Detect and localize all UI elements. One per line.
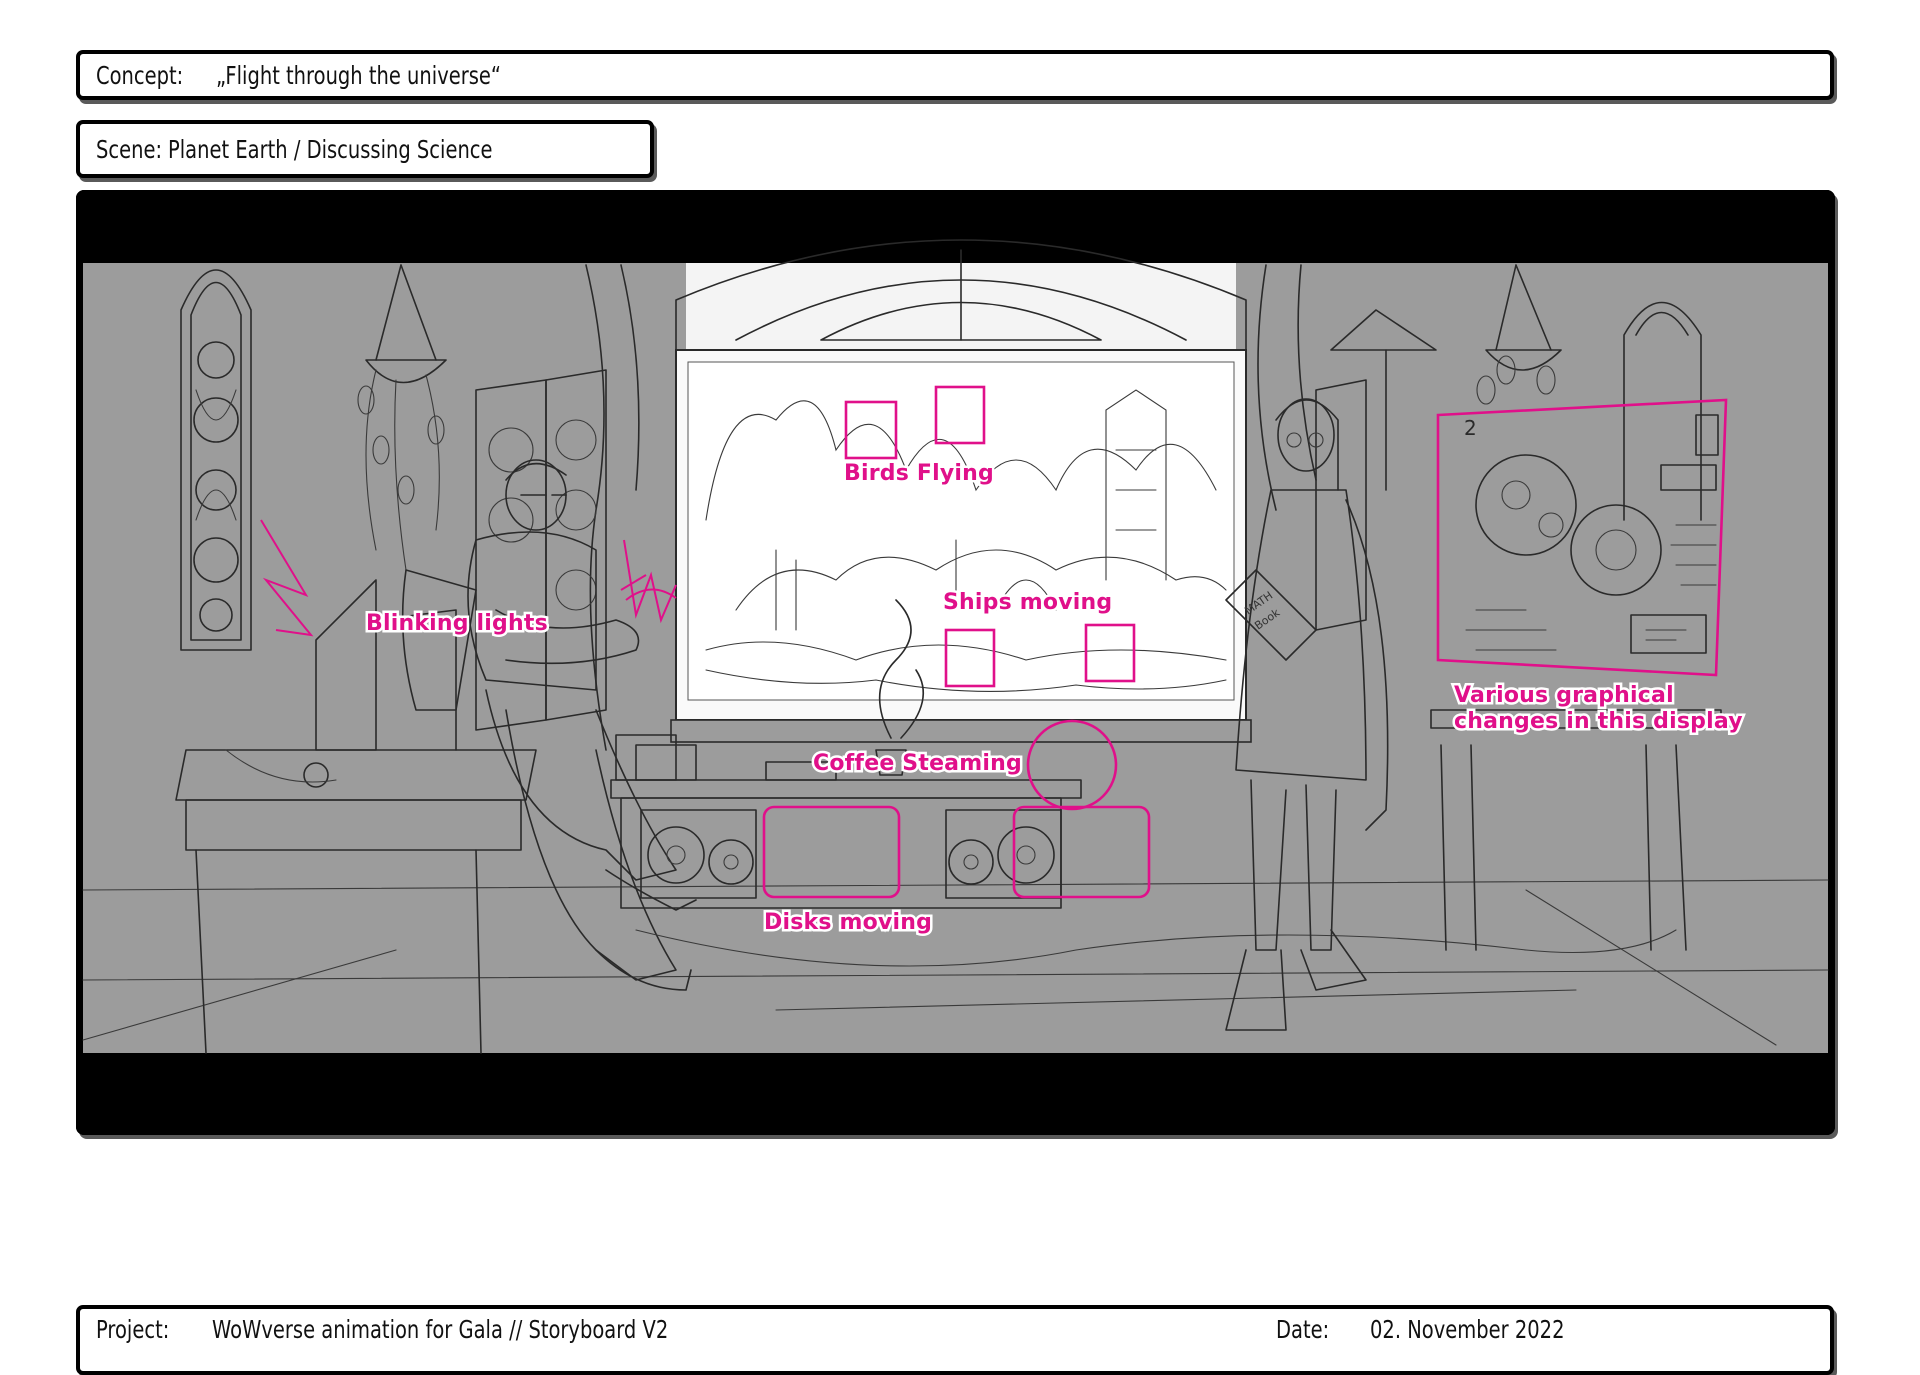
scene-bar: Scene: Planet Earth / Discussing Science <box>76 120 654 178</box>
board-number: 2 <box>1464 416 1477 440</box>
project-value: WoWverse animation for Gala // Storyboar… <box>212 1314 669 1344</box>
project-label: Project: <box>96 1314 170 1344</box>
central-window <box>585 239 1317 751</box>
annotation-ships-moving: Ships moving <box>943 590 1112 615</box>
annotation-display-line1: Various graphical <box>1454 683 1674 708</box>
annotation-coffee-steaming: Coffee Steaming <box>813 751 1022 776</box>
concept-label: Concept: <box>96 60 184 90</box>
scene-value: Planet Earth / Discussing Science <box>168 134 493 164</box>
storyboard-panel: MATH Book 2 Birds Flying Blinking lights… <box>76 190 1835 1135</box>
concept-value: „Flight through the universe“ <box>216 60 502 90</box>
scene-sketch: MATH Book 2 Birds Flying Blinking lights… <box>76 190 1835 1135</box>
concept-bar: Concept: „Flight through the universe“ <box>76 50 1834 100</box>
date-value: 02. November 2022 <box>1370 1314 1565 1344</box>
annotation-birds-flying: Birds Flying <box>844 461 994 486</box>
annotation-blinking-lights: Blinking lights <box>366 611 548 636</box>
footer-bar: Project: WoWverse animation for Gala // … <box>76 1305 1834 1375</box>
annotation-disks-moving: Disks moving <box>764 910 932 935</box>
annotation-display-line2: changes in this display <box>1454 709 1743 734</box>
scene-label: Scene: <box>96 134 163 164</box>
date-label: Date: <box>1276 1314 1330 1344</box>
